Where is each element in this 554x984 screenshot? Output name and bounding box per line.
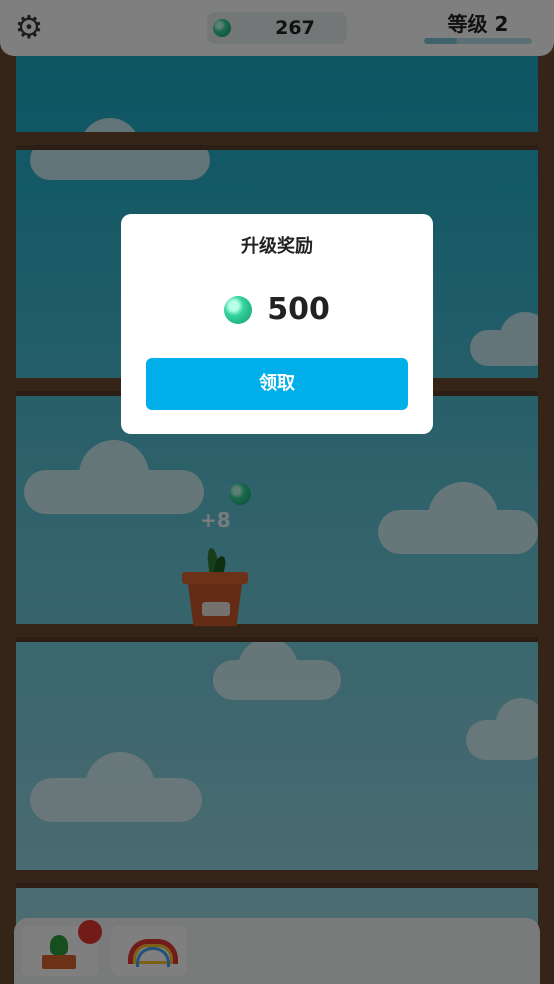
- modal-overlay: [0, 0, 554, 984]
- claim-button[interactable]: 领取: [146, 358, 408, 410]
- reward-amount: 500: [267, 292, 330, 327]
- dialog-title: 升级奖励: [241, 236, 313, 257]
- level-reward-dialog: 升级奖励 500 领取: [121, 214, 433, 434]
- green-gem-icon: [224, 295, 253, 324]
- reward-row: 500: [121, 292, 433, 328]
